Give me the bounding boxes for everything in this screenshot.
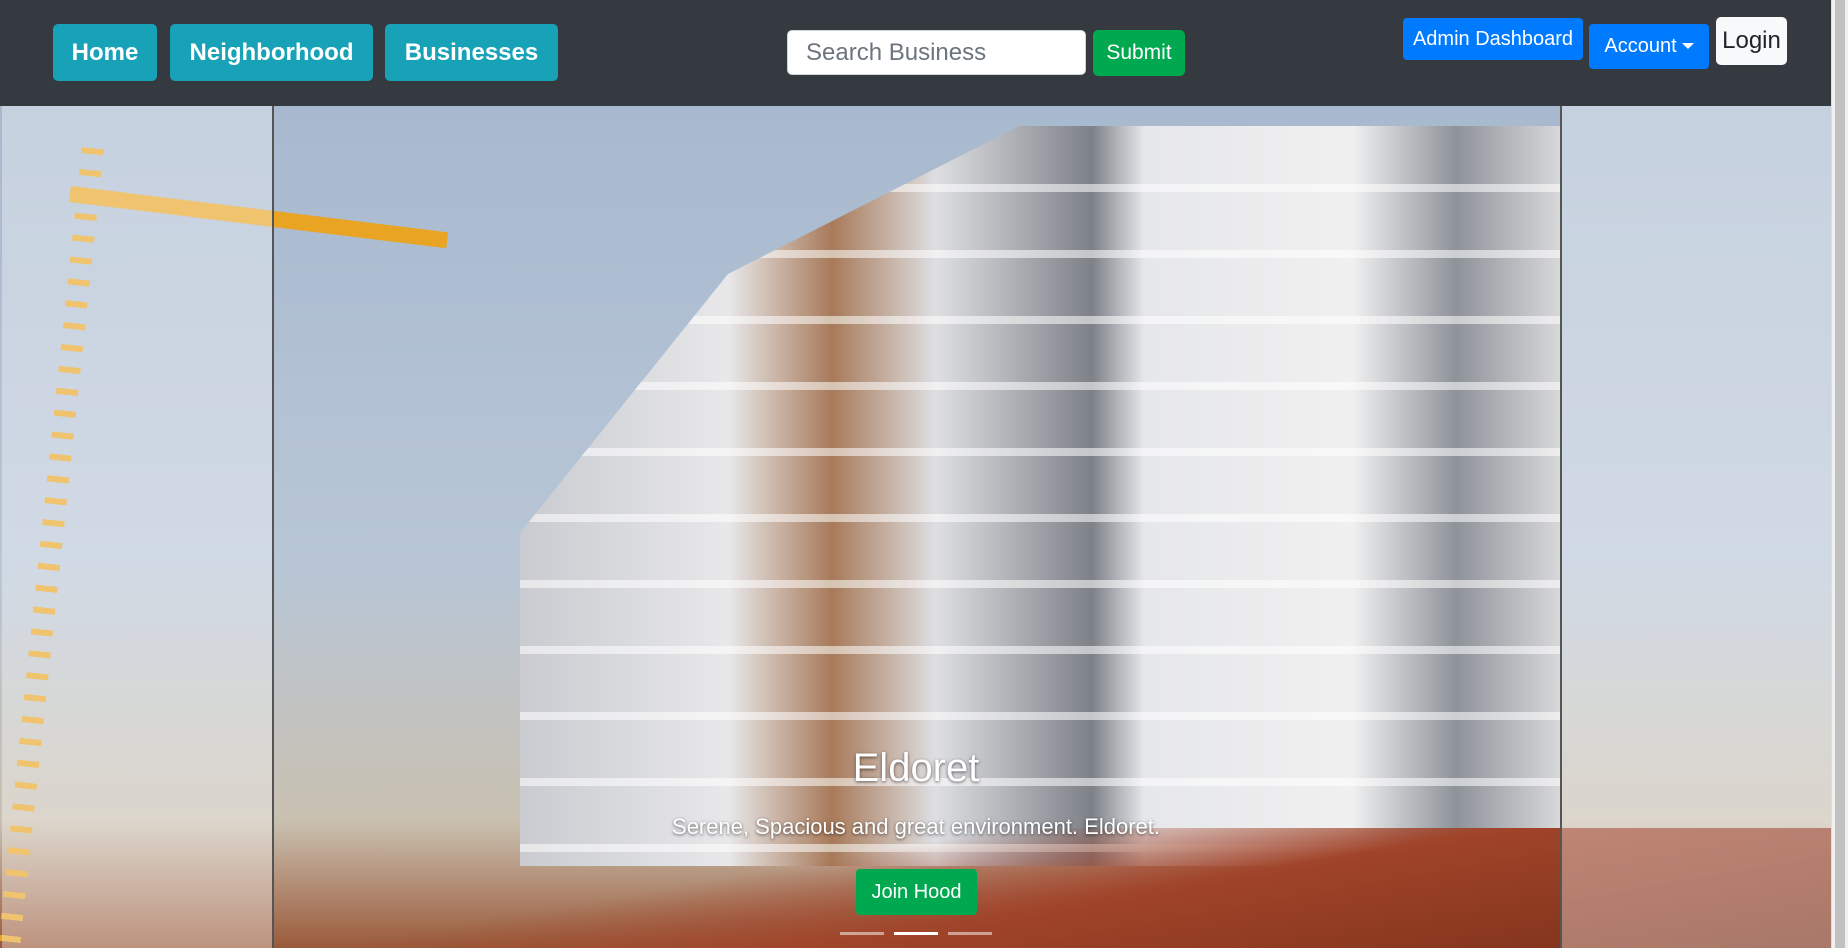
page-scrollbar[interactable] xyxy=(1831,0,1848,948)
account-dropdown-button[interactable]: Account xyxy=(1589,24,1709,69)
carousel-indicator[interactable] xyxy=(840,932,884,935)
navbar: Home Neighborhood Businesses Submit Admi… xyxy=(0,0,1848,106)
carousel-caption-text: Serene, Spacious and great environment. … xyxy=(672,814,1160,839)
caret-down-icon xyxy=(1681,43,1694,49)
neighborhood-button[interactable]: Neighborhood xyxy=(170,24,373,81)
businesses-button[interactable]: Businesses xyxy=(385,24,558,81)
carousel-caption-title: Eldoret xyxy=(852,746,980,790)
carousel-next-control[interactable] xyxy=(1560,106,1831,948)
home-button[interactable]: Home xyxy=(53,24,157,81)
login-button[interactable]: Login xyxy=(1716,17,1787,65)
account-label: Account xyxy=(1604,35,1677,57)
carousel-indicator-active[interactable] xyxy=(894,932,938,935)
join-hood-button[interactable]: Join Hood xyxy=(856,869,977,915)
search-business-input[interactable] xyxy=(787,30,1086,75)
submit-button[interactable]: Submit xyxy=(1093,30,1185,76)
carousel-indicator[interactable] xyxy=(948,932,992,935)
hero-carousel: Eldoret Serene, Spacious and great envir… xyxy=(0,106,1831,948)
scrollbar-thumb[interactable] xyxy=(1835,0,1845,948)
carousel-prev-control[interactable] xyxy=(2,106,274,948)
admin-dashboard-button[interactable]: Admin Dashboard xyxy=(1403,18,1583,60)
